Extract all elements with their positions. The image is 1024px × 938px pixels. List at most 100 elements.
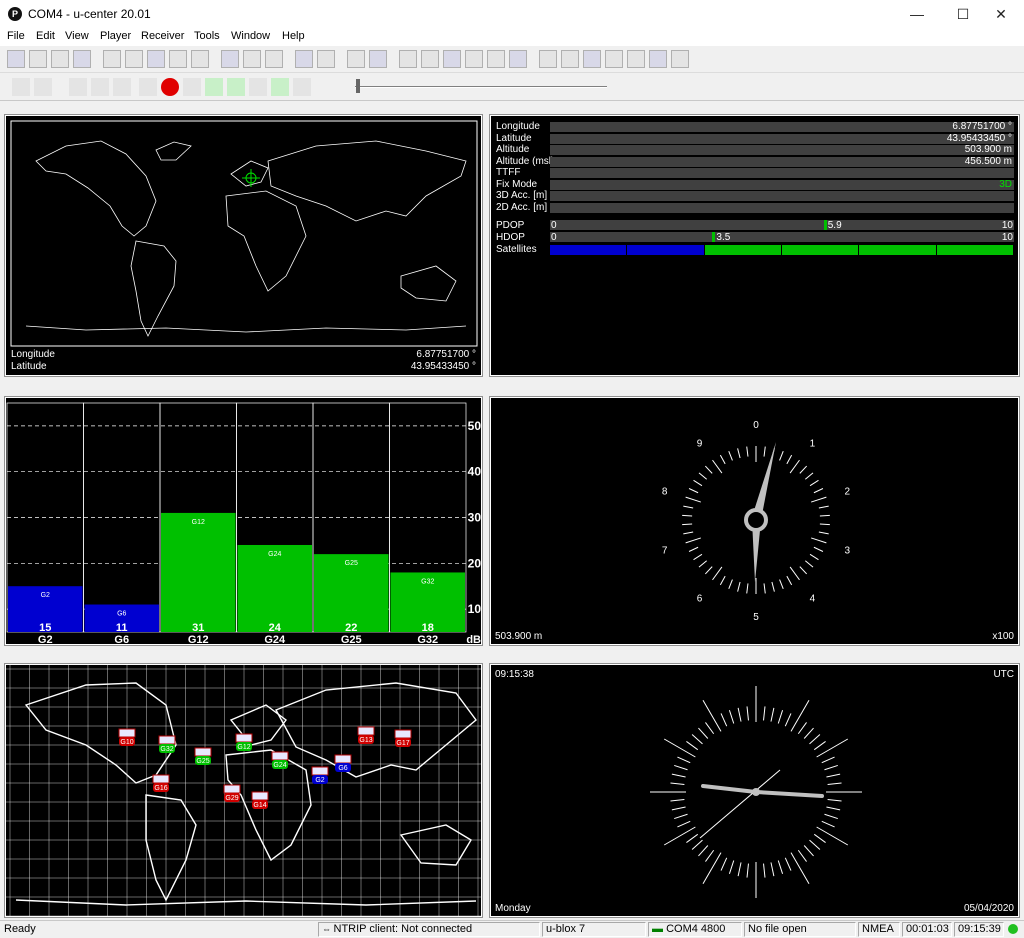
map-icon[interactable] [465,50,483,68]
copy-icon[interactable] [147,50,165,68]
pause-icon[interactable] [183,78,201,96]
cut-icon[interactable] [125,50,143,68]
export-icon[interactable] [221,50,239,68]
step-forward-icon[interactable] [271,78,289,96]
rewind-icon[interactable] [293,78,311,96]
chart1-icon[interactable] [399,50,417,68]
clock-tick-22 [809,839,821,850]
bar-inner-label-4: G25 [345,560,358,567]
clock-tick-48 [674,764,688,771]
playback-slider-thumb[interactable] [356,79,360,93]
satellite-icon[interactable] [487,50,505,68]
globe-icon[interactable] [605,50,623,68]
menu-help[interactable]: Help [282,30,305,42]
status-protocol: NMEA [858,922,900,937]
minute-hand [754,790,824,798]
sat-label-6: G6 [338,765,347,772]
clock-tick-10 [816,738,849,758]
baud-icon[interactable] [34,78,52,96]
satellite-map-view[interactable]: G10 G32 G25 G12 G24 G2 G6 G13 G17 G16 G29 G14 [4,663,483,918]
table-icon[interactable] [369,50,387,68]
sat-label-9: G16 [154,785,167,792]
landmass-1 [145,794,197,902]
sky-icon[interactable] [583,50,601,68]
menu-window[interactable]: Window [231,30,270,42]
clock-view[interactable]: 09:15:38 UTC Monday 05/04/2020 [489,663,1020,918]
menu-tools[interactable]: Tools [194,30,220,42]
bar-value-label-2: 31 [192,622,204,634]
clock-tick-20 [816,826,849,846]
world-map-view[interactable]: Longitude 6.87751700 ° Latitude 43.95433… [4,114,483,377]
hdop-max: 10 [1001,232,1013,243]
y-tick-label-0: 10 [468,602,482,616]
connection-icon[interactable] [12,78,30,96]
bar-category-label-0: G2 [38,634,53,645]
list-icon[interactable] [561,50,579,68]
export3-icon[interactable] [265,50,283,68]
playback-slider[interactable] [355,86,607,88]
sat-label-0: G10 [120,739,133,746]
deviation-icon[interactable] [539,50,557,68]
signal-icon[interactable] [509,50,527,68]
second-hand [699,769,781,839]
play-icon[interactable] [205,78,223,96]
dial-tick-33 [693,553,703,561]
compass-icon[interactable] [627,50,645,68]
status-port-text: COM4 4800 [666,923,726,935]
clock-tick-58 [737,707,742,722]
chart-unit: dB [466,634,481,645]
export2-icon[interactable] [243,50,261,68]
signal-strength-view[interactable]: 10 20 30 40 50 dB G2 15 G2 G6 11 G6 G12 31 G12 G24 24 G24… [4,396,483,646]
grid-icon[interactable] [671,50,689,68]
eject-icon[interactable] [139,78,157,96]
console-icon[interactable] [347,50,365,68]
sat-label-5: G2 [315,777,324,784]
menu-edit[interactable]: Edit [36,30,55,42]
clock-tick-4 [784,713,792,727]
wizard-icon[interactable] [69,78,87,96]
altimeter-view[interactable]: 0 1 2 3 4 5 6 7 8 9 503.900 m x100 [489,396,1020,646]
record-icon[interactable] [161,78,179,96]
clock-tick-13 [826,773,841,778]
clock-icon[interactable] [649,50,667,68]
chart2-icon[interactable] [421,50,439,68]
menu-file[interactable]: File [7,30,25,42]
dial-number-1: 1 [810,438,816,449]
chart3-icon[interactable] [443,50,461,68]
signal-bar-2 [161,512,236,632]
data-view[interactable]: PDOP 0 5.9 10 HDOP 0 3.5 10 Satellites L… [489,114,1020,377]
dial-tick-44 [704,465,713,474]
view2-icon[interactable] [317,50,335,68]
dial-tick-31 [704,566,713,575]
status-ntrip-text: NTRIP client: Not connected [333,923,473,935]
close-button[interactable]: ✕ [978,0,1024,28]
clock-tick-52 [691,734,703,745]
new-icon[interactable] [7,50,25,68]
data-value-bar-0 [550,122,1014,132]
pdop-marker [823,220,827,230]
dial-tick-34 [688,546,699,552]
print-preview-icon[interactable] [103,50,121,68]
paste-icon[interactable] [169,50,187,68]
fast-forward-icon[interactable] [227,78,245,96]
save-icon[interactable] [29,50,47,68]
minimize-button[interactable]: — [894,0,940,28]
delete-icon[interactable] [191,50,209,68]
download-icon[interactable] [113,78,131,96]
y-tick-label-1: 20 [468,556,482,570]
connection-status-icon [1008,924,1018,934]
debug-icon[interactable] [91,78,109,96]
open-icon[interactable] [51,50,69,68]
clock-tick-25 [790,852,810,885]
step-back-icon[interactable] [249,78,267,96]
print-icon[interactable] [73,50,91,68]
hdop-label: HDOP [496,232,525,243]
view1-icon[interactable] [295,50,313,68]
menu-player[interactable]: Player [100,30,131,42]
clock-tick-43 [671,806,686,811]
dial-tick-22 [779,579,784,589]
menu-receiver[interactable]: Receiver [141,30,184,42]
dial-number-4: 4 [810,594,816,605]
satellite-segment-2 [704,245,781,255]
menu-view[interactable]: View [65,30,89,42]
